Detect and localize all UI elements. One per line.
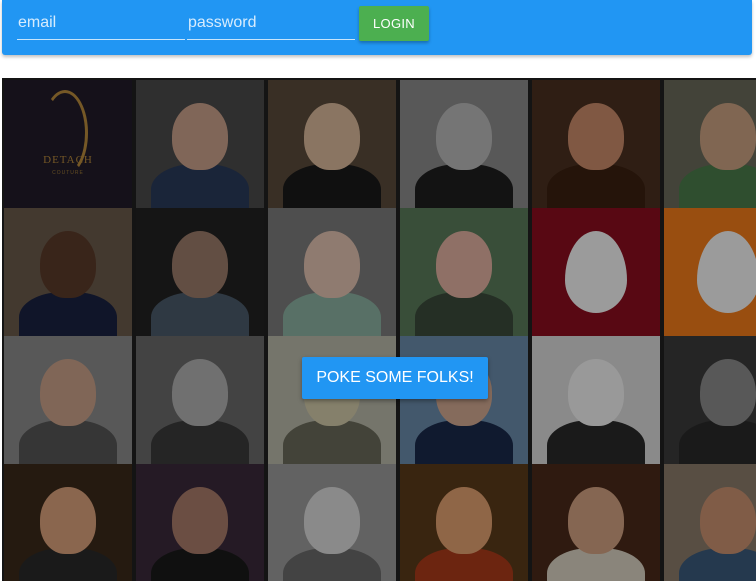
photo-body (679, 164, 756, 208)
egg-icon (697, 231, 756, 313)
photo-body (415, 292, 513, 336)
logo-subtext: COUTURE (52, 170, 84, 176)
profile-photo (400, 464, 528, 581)
profile-photo (268, 336, 396, 464)
photo-body (283, 164, 381, 208)
profile-photo (136, 464, 264, 581)
photo-face (39, 359, 97, 426)
photo-face (435, 487, 493, 554)
photo-body (151, 292, 249, 336)
photo-face (567, 359, 625, 426)
profile-photo (268, 464, 396, 581)
photo-face (435, 103, 493, 170)
detach-logo-avatar: DETACH COUTURE (4, 80, 132, 208)
profile-photo (136, 208, 264, 336)
photo-body (415, 420, 513, 464)
photo-body (151, 420, 249, 464)
photo-body (679, 548, 756, 581)
profile-photo (664, 336, 756, 464)
profile-photo (4, 336, 132, 464)
password-input[interactable] (187, 6, 355, 40)
profile-photo (664, 464, 756, 581)
profile-photo (532, 336, 660, 464)
photo-face (699, 487, 756, 554)
photo-face (567, 487, 625, 554)
photo-face (171, 103, 229, 170)
photo-body (151, 164, 249, 208)
photo-face (171, 487, 229, 554)
photo-face (39, 487, 97, 554)
photo-body (415, 164, 513, 208)
photo-body (547, 420, 645, 464)
photo-body (19, 420, 117, 464)
profile-photo (136, 80, 264, 208)
photo-face (699, 359, 756, 426)
photo-body (19, 292, 117, 336)
photo-face (567, 103, 625, 170)
photo-face (699, 103, 756, 170)
photo-body (283, 420, 381, 464)
photo-body (547, 164, 645, 208)
profile-photo (400, 208, 528, 336)
photo-body (283, 292, 381, 336)
profile-photo (532, 464, 660, 581)
photo-face (303, 103, 361, 170)
profile-photo-grid: DETACH COUTURE (2, 78, 756, 581)
photo-face (435, 231, 493, 298)
photo-face (303, 487, 361, 554)
egg-icon (565, 231, 627, 313)
photo-face (303, 231, 361, 298)
photo-face (171, 359, 229, 426)
profile-photo (268, 208, 396, 336)
profile-photo (4, 464, 132, 581)
profile-photo (4, 208, 132, 336)
profile-photo (532, 80, 660, 208)
email-input[interactable] (17, 6, 185, 40)
login-button[interactable]: LOGIN (359, 6, 429, 41)
default-egg-avatar (664, 208, 756, 336)
profile-photo (136, 336, 264, 464)
top-bar: LOGIN (2, 0, 752, 55)
poke-some-folks-button[interactable]: POKE SOME FOLKS! (302, 357, 488, 399)
photo-body (679, 420, 756, 464)
default-egg-avatar (532, 208, 660, 336)
photo-face (171, 231, 229, 298)
profile-photo (268, 80, 396, 208)
profile-photo (400, 336, 528, 464)
logo-text: DETACH (43, 154, 93, 166)
photo-face (39, 231, 97, 298)
profile-photo (664, 80, 756, 208)
profile-photo (400, 80, 528, 208)
